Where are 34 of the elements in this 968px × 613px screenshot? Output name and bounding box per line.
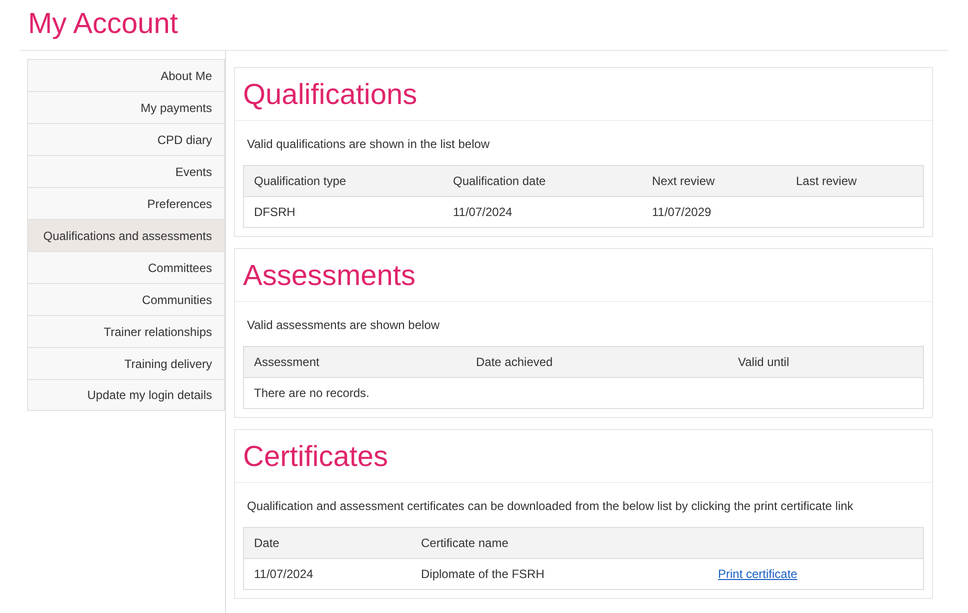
section-description: Valid qualifications are shown in the list below (247, 137, 491, 151)
column-header: Last review (796, 174, 858, 188)
empty-message: There are no records. (254, 386, 370, 400)
sidebar-item[interactable]: My payments (27, 91, 225, 123)
sidebar-item[interactable]: Training delivery (27, 347, 225, 379)
section-description: Valid assessments are shown below (247, 318, 441, 332)
page-title: My Account (28, 7, 179, 42)
sidebar-item[interactable]: Events (27, 155, 225, 187)
column-header: Qualification date (453, 174, 547, 188)
column-header: Date (254, 536, 280, 550)
table-cell-text: DFSRH (254, 205, 296, 219)
table-cell-text: 11/07/2029 (652, 205, 712, 219)
sidebar-item[interactable]: About Me (27, 59, 225, 91)
column-header: Next review (652, 174, 716, 188)
sidebar-item[interactable]: CPD diary (27, 123, 225, 155)
sidebar-item[interactable]: Update my login details (27, 379, 225, 411)
table-cell-text: 11/07/2024 (453, 205, 514, 219)
table-cell-text: 11/07/2024 (254, 567, 314, 581)
print-link[interactable]: Print certificate (718, 567, 798, 581)
section-title: Qualifications (235, 68, 932, 121)
section-description: Qualification and assessment certificates can be downloaded from the below list by clicking the print certificate link (247, 499, 854, 513)
column-header: Date achieved (476, 355, 554, 369)
sidebar-item[interactable]: Committees (27, 251, 225, 283)
column-header: Assessment (254, 355, 320, 369)
sidebar-item[interactable]: Trainer relationships (27, 315, 225, 347)
column-header: Certificate name (421, 536, 510, 550)
section-title: Assessments (235, 249, 932, 302)
sidebar-item[interactable]: Preferences (27, 187, 225, 219)
column-header: Valid until (738, 355, 790, 369)
sidebar-item[interactable]: Communities (27, 283, 225, 315)
sidebar-item[interactable]: Qualifications and assessments (27, 219, 225, 251)
table-cell-text: Diplomate of the FSRH (421, 567, 546, 581)
column-header: Qualification type (254, 174, 348, 188)
section-title: Certificates (235, 430, 932, 483)
